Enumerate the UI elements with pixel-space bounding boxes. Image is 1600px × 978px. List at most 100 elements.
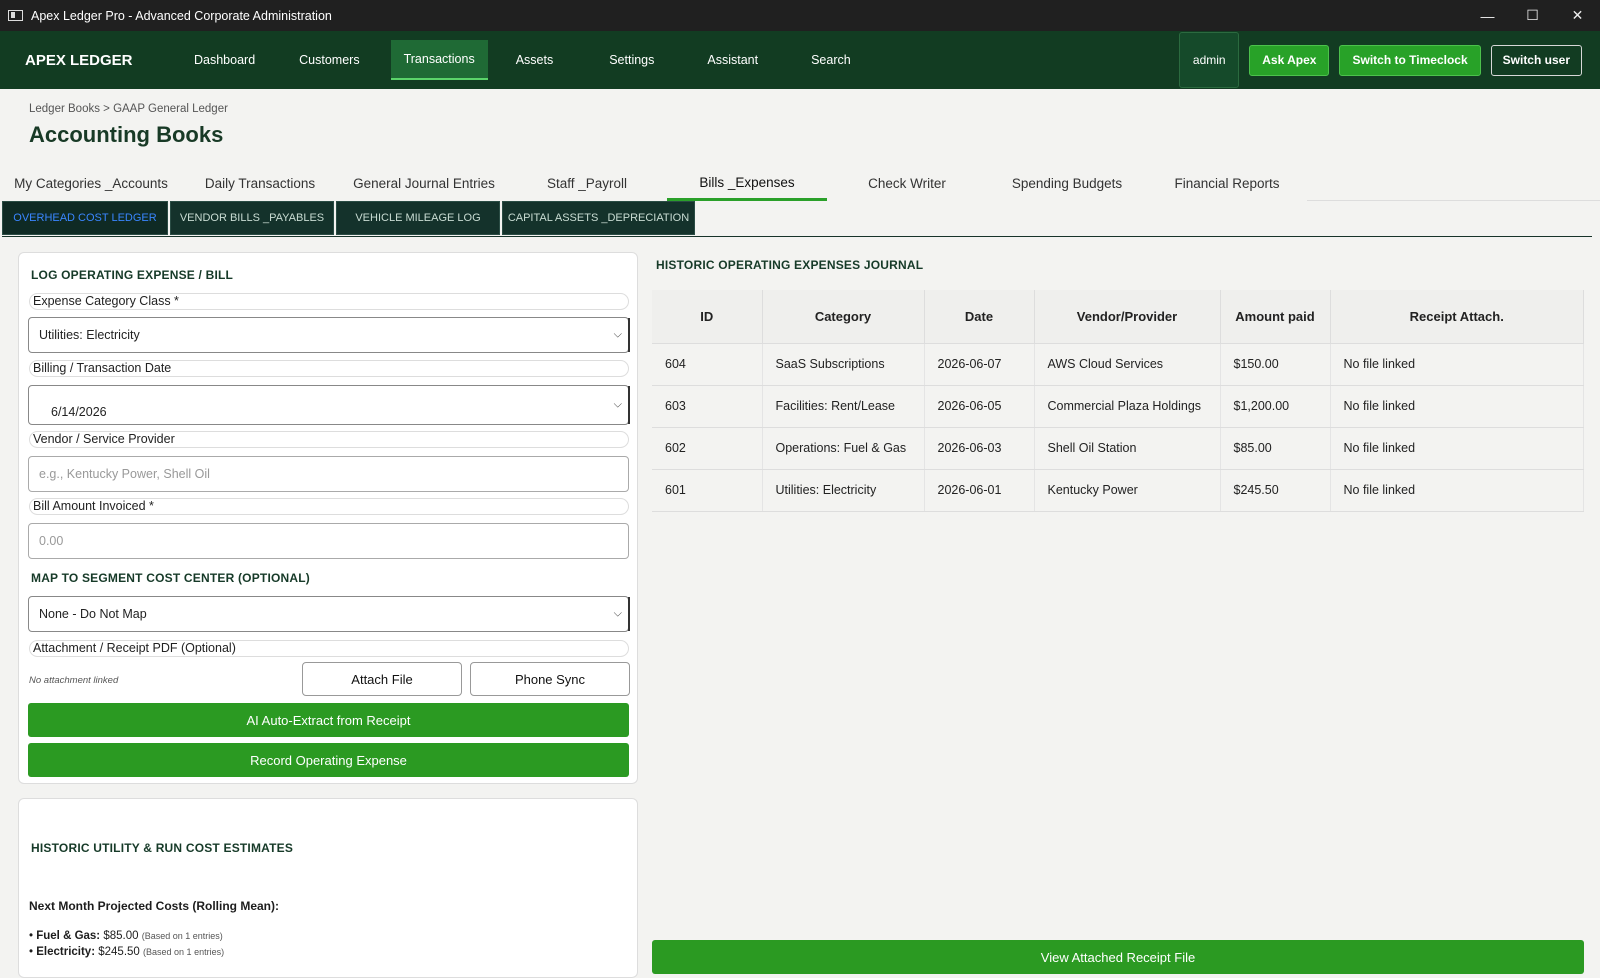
amount-input[interactable]: 0.00 — [28, 523, 629, 559]
segment-title: MAP TO SEGMENT COST CENTER (OPTIONAL) — [31, 571, 310, 585]
column-header[interactable]: Date — [924, 290, 1035, 344]
sub-tabs: OVERHEAD COST LEDGER VENDOR BILLS _PAYAB… — [2, 201, 1592, 237]
cell-category: Facilities: Rent/Lease — [762, 385, 925, 428]
cell-vendor: AWS Cloud Services — [1034, 343, 1221, 386]
subtab-overhead-cost-ledger[interactable]: OVERHEAD COST LEDGER — [2, 201, 168, 235]
segment-select[interactable]: None - Do Not Map ⌵ — [28, 596, 630, 632]
record-expense-button[interactable]: Record Operating Expense — [28, 743, 629, 777]
minimize-icon[interactable]: — — [1465, 0, 1510, 31]
date-label: Billing / Transaction Date — [29, 360, 629, 377]
estimate-note: (Based on 1 entries) — [143, 947, 225, 957]
nav-settings[interactable]: Settings — [596, 40, 667, 80]
ai-extract-button[interactable]: AI Auto-Extract from Receipt — [28, 703, 629, 737]
maximize-icon[interactable]: ☐ — [1510, 0, 1555, 31]
nav-dashboard[interactable]: Dashboard — [181, 40, 268, 80]
expense-form-panel: LOG OPERATING EXPENSE / BILL Expense Cat… — [18, 252, 638, 784]
switch-timeclock-button[interactable]: Switch to Timeclock — [1339, 44, 1481, 76]
cell-date: 2026-06-05 — [924, 385, 1035, 428]
cell-id: 603 — [652, 385, 763, 428]
nav-customers[interactable]: Customers — [286, 40, 372, 80]
tab-spending-budgets[interactable]: Spending Budgets — [987, 166, 1147, 201]
tab-daily-transactions[interactable]: Daily Transactions — [194, 166, 326, 201]
cell-receipt: No file linked — [1330, 385, 1584, 428]
title-bar: Apex Ledger Pro - Advanced Corporate Adm… — [0, 0, 1600, 31]
cell-amount: $85.00 — [1220, 427, 1331, 470]
estimate-value: $85.00 — [103, 930, 139, 942]
estimate-line-fuel: • Fuel & Gas: $85.00 (Based on 1 entries… — [29, 930, 223, 942]
expenses-table: ID Category Date Vendor/Provider Amount … — [652, 290, 1584, 512]
cell-date: 2026-06-03 — [924, 427, 1035, 470]
cell-amount: $1,200.00 — [1220, 385, 1331, 428]
page-title: Accounting Books — [29, 122, 224, 147]
chevron-down-icon: ⌵ — [613, 607, 622, 620]
tab-bills-expenses[interactable]: Bills _Expenses — [667, 166, 827, 201]
top-nav: APEX LEDGER Dashboard Customers Transact… — [0, 31, 1600, 89]
attachment-label: Attachment / Receipt PDF (Optional) — [29, 640, 629, 657]
phone-sync-button[interactable]: Phone Sync — [470, 662, 630, 696]
column-header[interactable]: Receipt Attach. — [1330, 290, 1584, 344]
bullet: • — [29, 946, 34, 958]
cell-vendor: Commercial Plaza Holdings — [1034, 385, 1221, 428]
main-tabs: My Categories _Accounts Daily Transactio… — [0, 166, 1600, 202]
vendor-label: Vendor / Service Provider — [29, 431, 629, 448]
cell-vendor: Kentucky Power — [1034, 469, 1221, 512]
cell-receipt: No file linked — [1330, 427, 1584, 470]
cell-receipt: No file linked — [1330, 343, 1584, 386]
tab-check-writer[interactable]: Check Writer — [827, 166, 987, 201]
tab-staff-payroll[interactable]: Staff _Payroll — [530, 166, 644, 201]
tab-financial-reports[interactable]: Financial Reports — [1147, 166, 1307, 201]
cell-amount: $150.00 — [1220, 343, 1331, 386]
column-header[interactable]: ID — [652, 290, 763, 344]
attach-file-button[interactable]: Attach File — [302, 662, 462, 696]
user-menu[interactable]: admin — [1179, 32, 1240, 88]
column-header[interactable]: Vendor/Provider — [1034, 290, 1221, 344]
estimates-title: HISTORIC UTILITY & RUN COST ESTIMATES — [31, 841, 294, 855]
view-receipt-button[interactable]: View Attached Receipt File — [652, 940, 1584, 974]
cell-category: Operations: Fuel & Gas — [762, 427, 925, 470]
estimate-label: Fuel & Gas: — [36, 930, 101, 942]
ask-apex-button[interactable]: Ask Apex — [1249, 44, 1330, 76]
table-header-row: ID Category Date Vendor/Provider Amount … — [652, 290, 1584, 344]
window-title: Apex Ledger Pro - Advanced Corporate Adm… — [31, 8, 332, 23]
vendor-input[interactable]: e.g., Kentucky Power, Shell Oil — [28, 456, 629, 492]
cell-id: 604 — [652, 343, 763, 386]
brand-logo: APEX LEDGER — [25, 51, 133, 69]
estimates-subtitle: Next Month Projected Costs (Rolling Mean… — [29, 899, 280, 913]
estimate-label: Electricity: — [36, 946, 96, 958]
journal-title: HISTORIC OPERATING EXPENSES JOURNAL — [656, 258, 924, 272]
column-header[interactable]: Category — [762, 290, 925, 344]
subtab-vendor-bills-payables[interactable]: VENDOR BILLS _PAYABLES — [170, 201, 334, 235]
amount-label: Bill Amount Invoiced * — [29, 498, 629, 515]
table-row[interactable]: 603 Facilities: Rent/Lease 2026-06-05 Co… — [652, 385, 1584, 428]
estimate-note: (Based on 1 entries) — [141, 931, 223, 941]
form-title: LOG OPERATING EXPENSE / BILL — [31, 268, 234, 282]
tab-categories-accounts[interactable]: My Categories _Accounts — [8, 166, 174, 201]
cell-category: SaaS Subscriptions — [762, 343, 925, 386]
cell-receipt: No file linked — [1330, 469, 1584, 512]
nav-search[interactable]: Search — [798, 40, 864, 80]
estimate-value: $245.50 — [98, 946, 140, 958]
subtab-capital-assets-depreciation[interactable]: CAPITAL ASSETS _DEPRECIATION — [502, 201, 695, 235]
subtab-vehicle-mileage-log[interactable]: VEHICLE MILEAGE LOG — [336, 201, 500, 235]
nav-transactions[interactable]: Transactions — [390, 40, 488, 80]
cell-id: 602 — [652, 427, 763, 470]
nav-assets[interactable]: Assets — [503, 40, 567, 80]
cell-date: 2026-06-01 — [924, 469, 1035, 512]
cell-date: 2026-06-07 — [924, 343, 1035, 386]
switch-user-button[interactable]: Switch user — [1490, 44, 1582, 76]
date-picker[interactable]: 6/14/2026 ⌵ — [28, 385, 630, 425]
close-icon[interactable]: ✕ — [1555, 0, 1600, 31]
tab-general-journal[interactable]: General Journal Entries — [344, 166, 504, 201]
column-header[interactable]: Amount paid — [1220, 290, 1331, 344]
category-label: Expense Category Class * — [29, 293, 629, 310]
attachment-status: No attachment linked — [29, 675, 119, 686]
cell-id: 601 — [652, 469, 763, 512]
journal-panel: HISTORIC OPERATING EXPENSES JOURNAL ID C… — [652, 252, 1584, 512]
category-select[interactable]: Utilities: Electricity ⌵ — [28, 317, 630, 353]
table-row[interactable]: 604 SaaS Subscriptions 2026-06-07 AWS Cl… — [652, 343, 1584, 386]
chevron-down-icon: ⌵ — [613, 328, 622, 341]
cell-category: Utilities: Electricity — [762, 469, 925, 512]
table-row[interactable]: 602 Operations: Fuel & Gas 2026-06-03 Sh… — [652, 427, 1584, 470]
nav-assistant[interactable]: Assistant — [694, 40, 771, 80]
table-row[interactable]: 601 Utilities: Electricity 2026-06-01 Ke… — [652, 469, 1584, 512]
